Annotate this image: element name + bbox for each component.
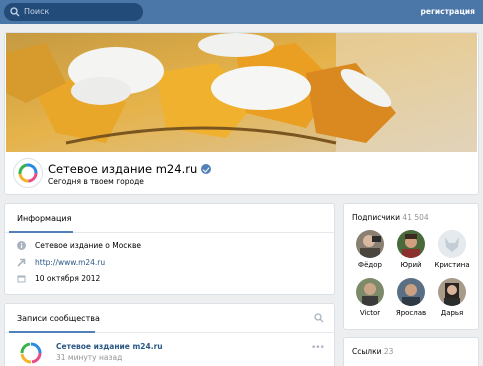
subscriber-item[interactable]: Кристина: [432, 230, 472, 269]
more-options-icon[interactable]: •••: [311, 343, 325, 353]
website-link[interactable]: http://www.m24.ru: [35, 258, 105, 267]
subscriber-item[interactable]: Юрий: [391, 230, 431, 269]
subscriber-photo: [438, 230, 466, 258]
link-arrow-icon: [17, 258, 26, 267]
post-time[interactable]: 31 минуту назад: [56, 353, 122, 362]
subscriber-item[interactable]: Ярослав: [391, 278, 431, 317]
subscriber-photo: [356, 230, 384, 258]
subscribers-label: Подписчики: [352, 213, 401, 222]
m24-logo-icon: [20, 342, 42, 364]
links-label: Ссылки: [352, 347, 382, 356]
tab-underline: [9, 231, 73, 233]
m24-logo-icon: [18, 163, 38, 183]
avatar[interactable]: [13, 158, 43, 188]
subscriber-photo: [397, 230, 425, 258]
cover-image: [6, 33, 477, 152]
status-text: Сегодня в твоем городе: [48, 177, 144, 186]
subscriber-photo: [397, 278, 425, 306]
info-card: Информация Сетевое издание о Москве http…: [4, 203, 335, 295]
subscriber-name: Victor: [359, 309, 381, 317]
subscriber-item[interactable]: Фёдор: [350, 230, 390, 269]
info-icon: [17, 241, 26, 250]
subscriber-name: Фёдор: [358, 261, 382, 269]
tab-posts[interactable]: Записи сообщества: [17, 314, 100, 323]
verified-check-icon: [201, 164, 212, 174]
tab-underline: [9, 331, 95, 333]
subscribers-count: 41 504: [402, 213, 429, 222]
top-bar: Поиск регистрация: [0, 0, 483, 24]
description-text: Сетевое издание о Москве: [35, 241, 141, 250]
register-link[interactable]: регистрация: [421, 7, 475, 16]
posts-card: Записи сообщества: [4, 303, 335, 366]
subscriber-name: Кристина: [434, 261, 470, 269]
page-title: Сетевое издание m24.ru: [48, 162, 198, 176]
calendar-icon: [17, 275, 26, 283]
tab-info[interactable]: Информация: [17, 214, 71, 223]
info-description-row: Сетевое издание о Москве: [17, 241, 141, 250]
subscriber-item[interactable]: Victor: [350, 278, 390, 317]
links-header[interactable]: Ссылки 23: [352, 347, 393, 356]
info-created-row: 10 октября 2012: [17, 274, 100, 283]
subscriber-name: Юрий: [400, 261, 422, 269]
created-date: 10 октября 2012: [35, 274, 101, 283]
search-input[interactable]: Поиск: [4, 3, 143, 21]
post-author[interactable]: Сетевое издание m24.ru: [56, 342, 163, 351]
subscriber-item[interactable]: Дарья: [432, 278, 472, 317]
subscriber-name: Ярослав: [395, 309, 427, 317]
subscriber-name: Дарья: [440, 309, 464, 317]
subscribers-header[interactable]: Подписчики 41 504: [352, 213, 429, 222]
posts-tab-header: Записи сообщества: [5, 304, 334, 333]
links-card: Ссылки 23: [343, 337, 479, 366]
links-count: 23: [383, 347, 394, 356]
name-line: Сетевое издание m24.ru: [48, 162, 212, 176]
subscriber-photo: [356, 278, 384, 306]
subscriber-photo: [438, 278, 466, 306]
search-placeholder: Поиск: [24, 7, 50, 16]
info-tab-header: Информация: [5, 204, 334, 233]
post-avatar[interactable]: [17, 339, 45, 366]
info-website-row: http://www.m24.ru: [17, 258, 105, 267]
search-icon: [10, 7, 20, 17]
search-icon[interactable]: [314, 313, 324, 323]
